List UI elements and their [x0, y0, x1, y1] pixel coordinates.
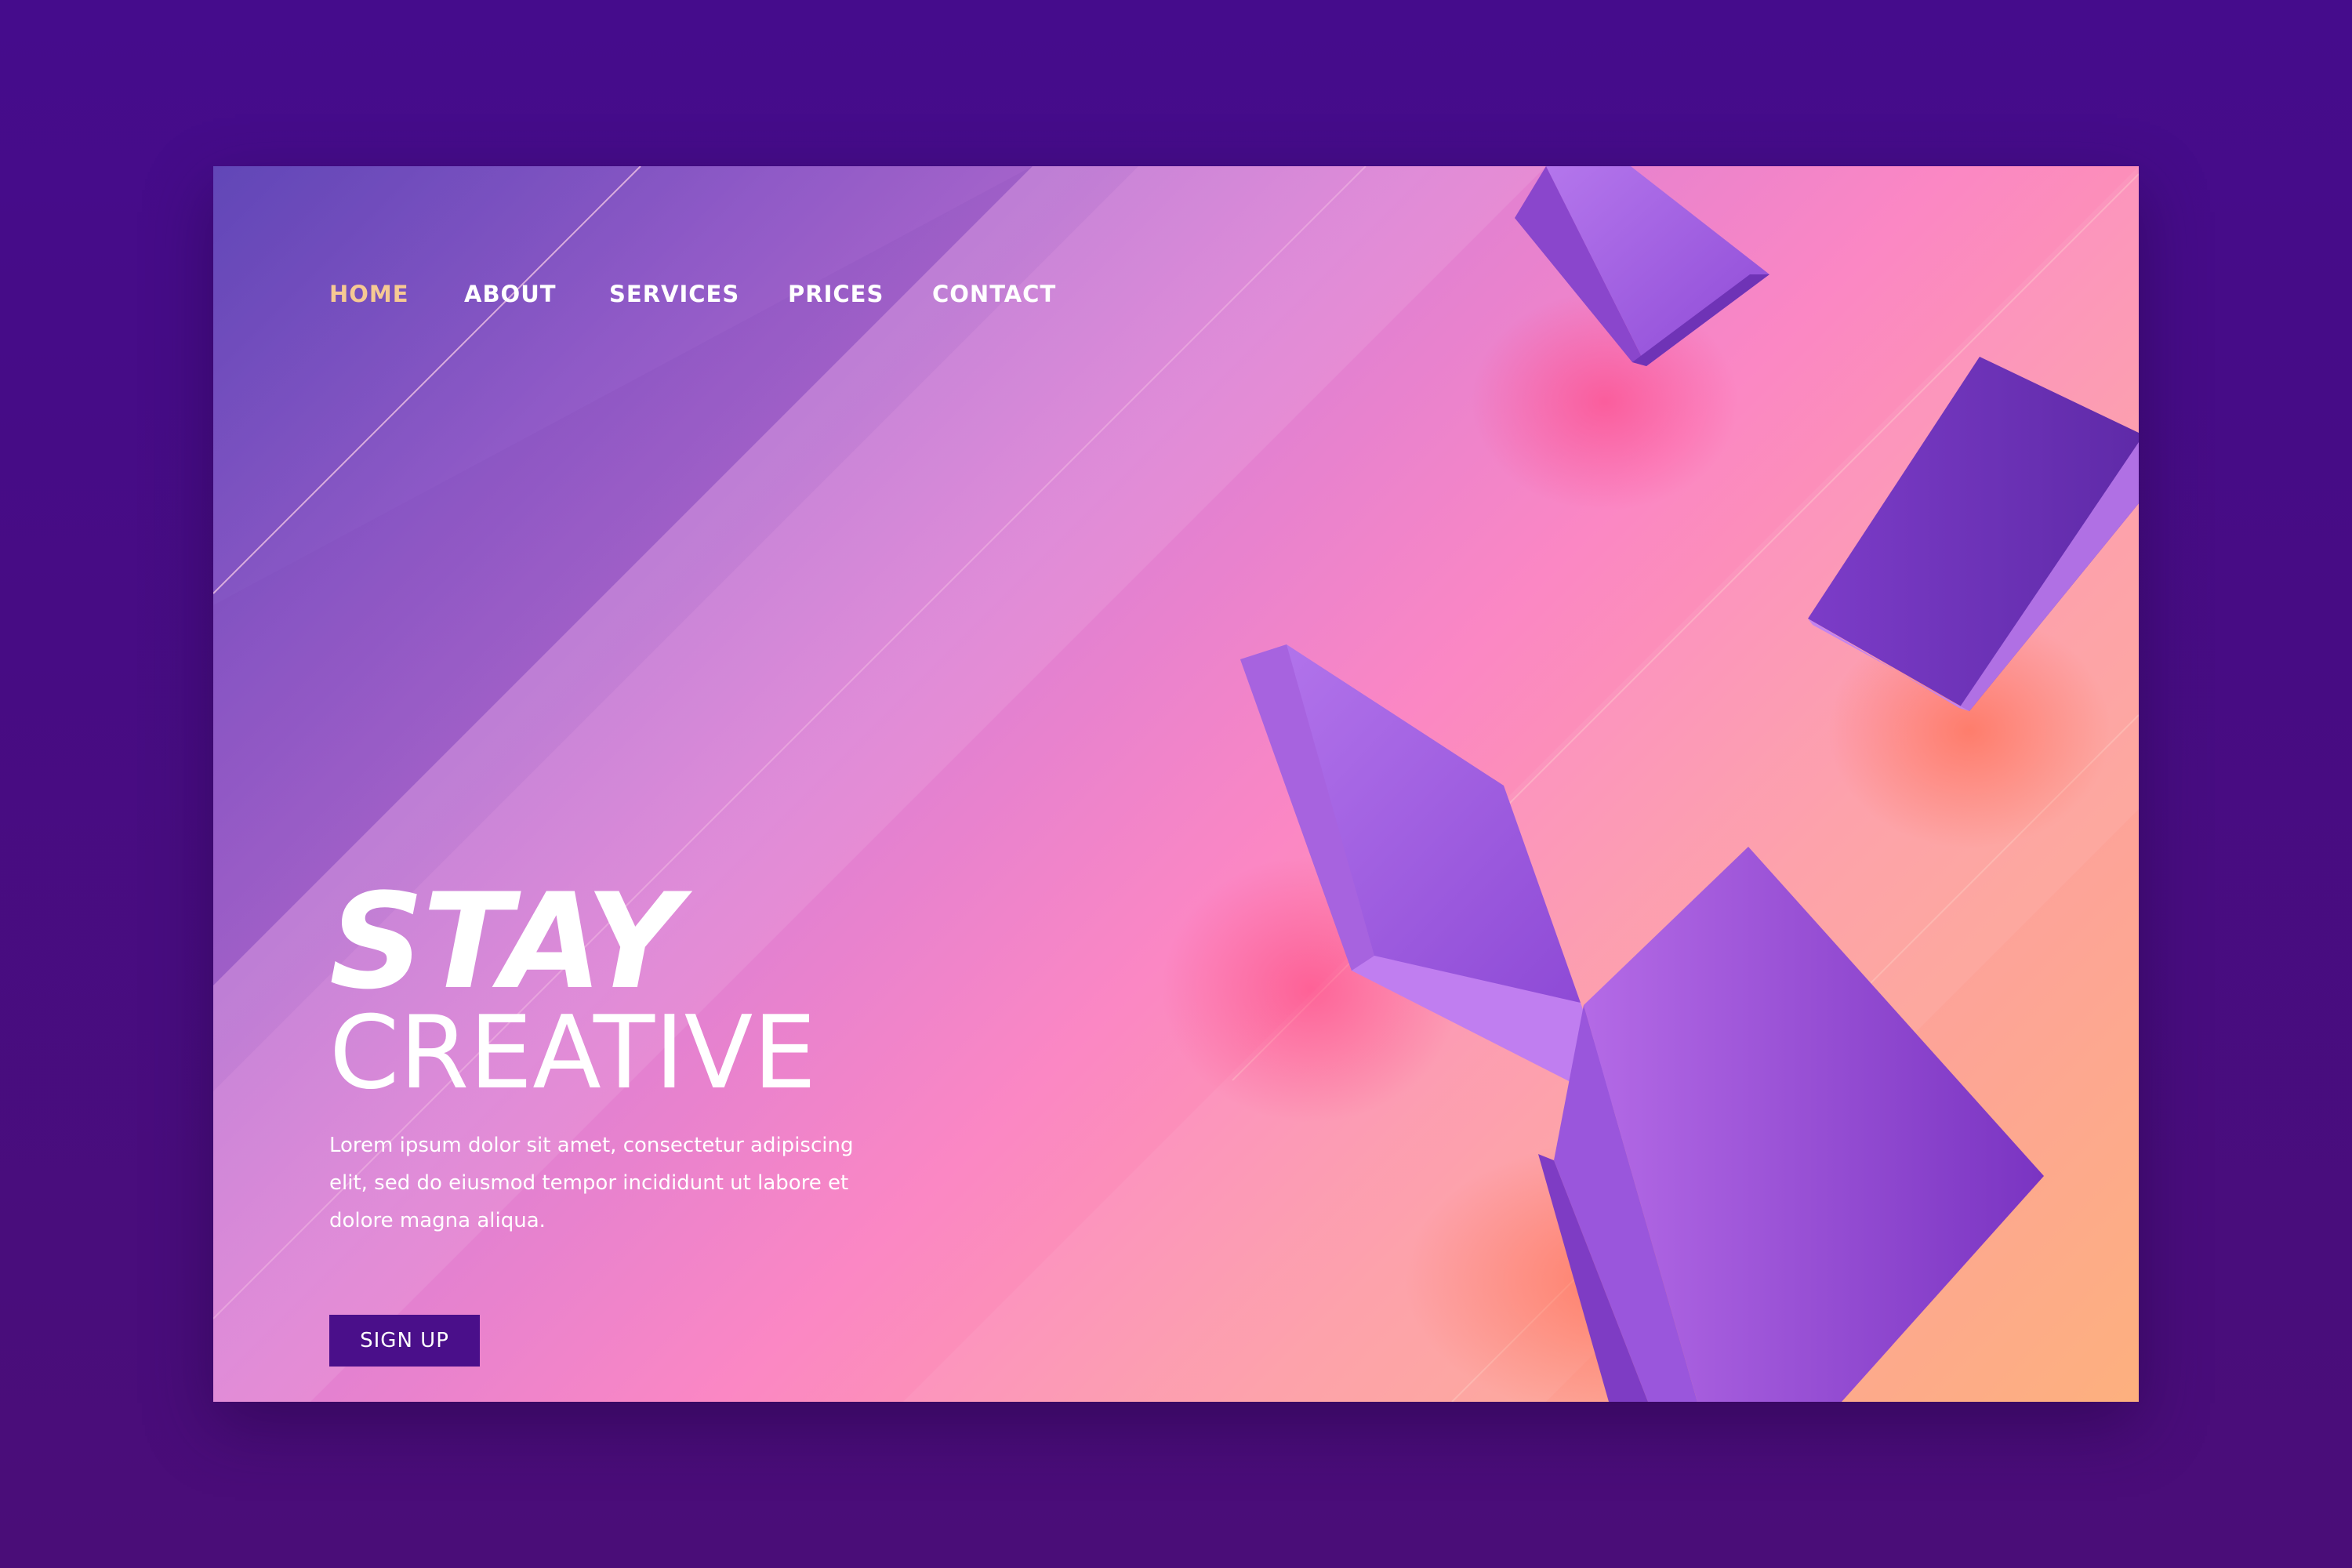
- nav-about[interactable]: ABOUT: [464, 281, 557, 307]
- landing-card: HOME ABOUT SERVICES PRICES CONTACT STAY …: [213, 166, 2139, 1402]
- sign-up-button[interactable]: SIGN UP: [329, 1315, 480, 1367]
- nav-services[interactable]: SERVICES: [609, 281, 739, 307]
- hero-title-line1: STAY: [329, 865, 681, 1018]
- hero-description: Lorem ipsum dolor sit amet, consectetur …: [329, 1134, 854, 1232]
- nav-contact[interactable]: CONTACT: [932, 281, 1056, 307]
- hero-title-line2: CREATIVE: [329, 995, 817, 1112]
- nav-prices[interactable]: PRICES: [788, 281, 884, 307]
- nav-home[interactable]: HOME: [329, 281, 409, 307]
